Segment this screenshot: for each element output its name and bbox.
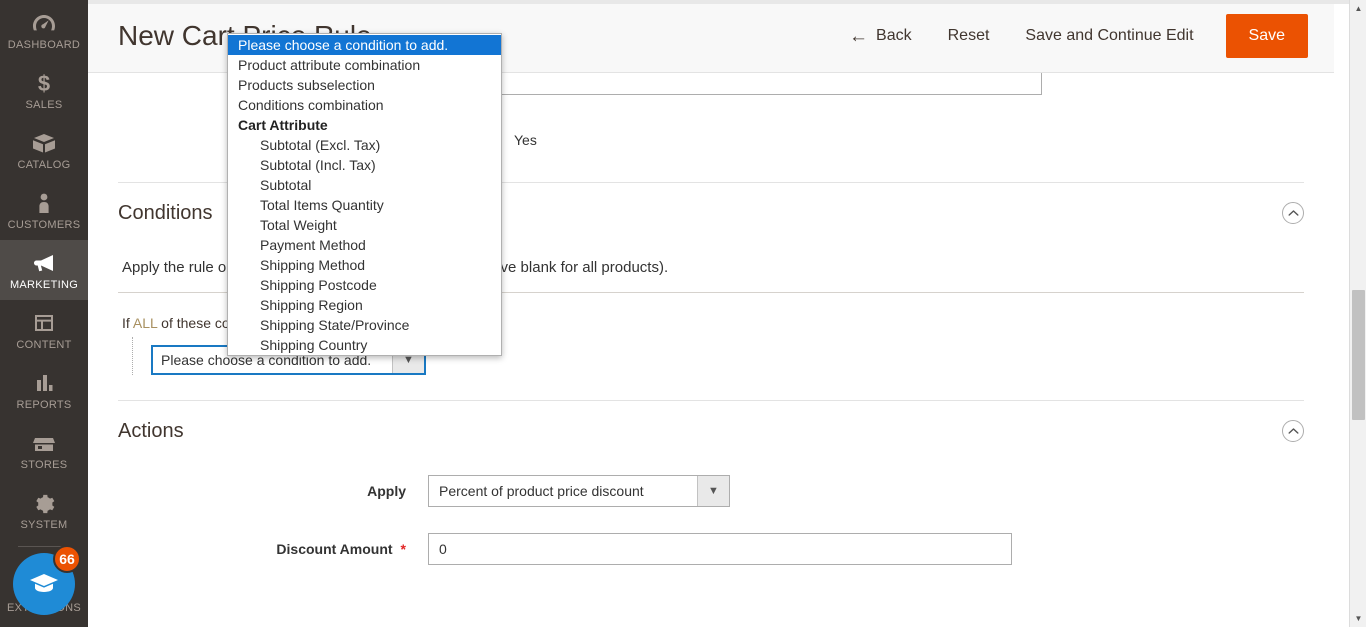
dropdown-option[interactable]: Payment Method: [228, 235, 501, 255]
dropdown-option[interactable]: Please choose a condition to add.: [228, 35, 501, 55]
sidebar-item-label: DASHBOARD: [7, 39, 81, 51]
dropdown-option[interactable]: Total Weight: [228, 215, 501, 235]
dropdown-option[interactable]: Shipping Country: [228, 335, 501, 355]
conditions-section-title: Conditions: [118, 201, 213, 224]
storefront-icon: [2, 430, 86, 456]
dropdown-option-group-label: Cart Attribute: [238, 117, 328, 133]
active-toggle-row: Yes: [456, 123, 1304, 157]
cond-prefix: If: [122, 315, 133, 331]
admin-sidebar: DASHBOARD $ SALES CATALOG CUSTOMERS MARK…: [0, 0, 88, 627]
page-container: New Cart Price Rule ← Back Reset Save an…: [88, 0, 1366, 627]
active-toggle-value: Yes: [514, 132, 537, 148]
box-icon: [2, 130, 86, 156]
gear-icon: [2, 490, 86, 516]
chevron-up-icon[interactable]: [1282, 202, 1304, 224]
header-actions: ← Back Reset Save and Continue Edit Save: [841, 14, 1308, 58]
graduation-cap-icon[interactable]: 66: [13, 545, 81, 615]
sidebar-item-system[interactable]: SYSTEM: [0, 480, 88, 540]
dropdown-option[interactable]: Shipping State/Province: [228, 315, 501, 335]
dashboard-icon: [2, 10, 86, 36]
megaphone-icon: [2, 250, 86, 276]
apply-select[interactable]: Percent of product price discount ▼: [428, 475, 730, 507]
sidebar-item-label: STORES: [20, 459, 68, 471]
sidebar-item-label: CUSTOMERS: [7, 219, 81, 231]
sidebar-item-label: CATALOG: [17, 159, 71, 171]
discount-amount-input[interactable]: [428, 533, 1012, 565]
window-top-strip: [88, 0, 1366, 4]
sidebar-item-label: SYSTEM: [20, 519, 68, 531]
save-button[interactable]: Save: [1225, 14, 1308, 58]
dropdown-option[interactable]: Subtotal (Excl. Tax): [228, 135, 501, 155]
dropdown-option[interactable]: Subtotal: [228, 175, 501, 195]
dropdown-option[interactable]: Shipping Postcode: [228, 275, 501, 295]
layout-icon: [2, 310, 86, 336]
sidebar-item-label: SALES: [25, 99, 63, 111]
discount-amount-label-text: Discount Amount: [276, 541, 393, 557]
apply-row: Apply Percent of product price discount …: [118, 475, 1304, 507]
actions-fields: Apply Percent of product price discount …: [118, 461, 1304, 565]
dropdown-option[interactable]: Product attribute combination: [228, 55, 501, 75]
sidebar-item-stores[interactable]: STORES: [0, 420, 88, 480]
sidebar-item-reports[interactable]: REPORTS: [0, 360, 88, 420]
sidebar-item-marketing[interactable]: MARKETING: [0, 240, 88, 300]
svg-text:$: $: [38, 71, 50, 95]
save-and-continue-edit-button[interactable]: Save and Continue Edit: [1007, 17, 1211, 55]
apply-select-value: Percent of product price discount: [439, 483, 644, 499]
scroll-down-arrow[interactable]: ▼: [1350, 610, 1366, 627]
vertical-scrollbar[interactable]: ▲ ▼: [1349, 0, 1366, 627]
admin-page: DASHBOARD $ SALES CATALOG CUSTOMERS MARK…: [0, 0, 1366, 627]
sidebar-item-label: MARKETING: [9, 279, 79, 291]
dropdown-option[interactable]: Shipping Method: [228, 255, 501, 275]
dropdown-option[interactable]: Shipping Region: [228, 295, 501, 315]
person-icon: [2, 190, 86, 216]
condition-dropdown-list[interactable]: Please choose a condition to add. Produc…: [227, 33, 502, 356]
back-button[interactable]: ← Back: [841, 17, 930, 56]
sidebar-item-catalog[interactable]: CATALOG: [0, 120, 88, 180]
sidebar-item-find-partners[interactable]: . FIND PARTNERS & EXTENSIONS 66: [0, 545, 88, 623]
dollar-icon: $: [2, 70, 86, 96]
dropdown-option[interactable]: Total Items Quantity: [228, 195, 501, 215]
partners-badge-count: 66: [53, 545, 81, 573]
discount-amount-row: Discount Amount *: [118, 533, 1304, 565]
discount-amount-label: Discount Amount *: [118, 541, 428, 557]
apply-label: Apply: [367, 483, 406, 499]
scrollbar-thumb[interactable]: [1352, 290, 1365, 420]
cond-all-link[interactable]: ALL: [133, 315, 157, 331]
dropdown-option[interactable]: Conditions combination: [228, 95, 501, 115]
sidebar-item-dashboard[interactable]: DASHBOARD: [0, 0, 88, 60]
sidebar-item-customers[interactable]: CUSTOMERS: [0, 180, 88, 240]
sidebar-item-label: REPORTS: [16, 399, 72, 411]
reset-button[interactable]: Reset: [930, 17, 1008, 55]
actions-section-header[interactable]: Actions: [118, 401, 1304, 461]
back-button-label: Back: [876, 27, 912, 44]
required-asterisk: *: [400, 541, 406, 557]
rule-information-field-partial[interactable]: [458, 73, 1042, 95]
chevron-up-icon[interactable]: [1282, 420, 1304, 442]
scroll-up-arrow[interactable]: ▲: [1350, 0, 1366, 17]
sidebar-item-sales[interactable]: $ SALES: [0, 60, 88, 120]
arrow-left-icon: ←: [849, 25, 869, 47]
dropdown-option[interactable]: Subtotal (Incl. Tax): [228, 155, 501, 175]
actions-section-title: Actions: [118, 419, 184, 442]
bar-chart-icon: [2, 370, 86, 396]
sidebar-item-content[interactable]: CONTENT: [0, 300, 88, 360]
chevron-down-icon[interactable]: ▼: [697, 476, 729, 506]
dropdown-option[interactable]: Products subselection: [228, 75, 501, 95]
sidebar-item-label: CONTENT: [16, 339, 72, 351]
